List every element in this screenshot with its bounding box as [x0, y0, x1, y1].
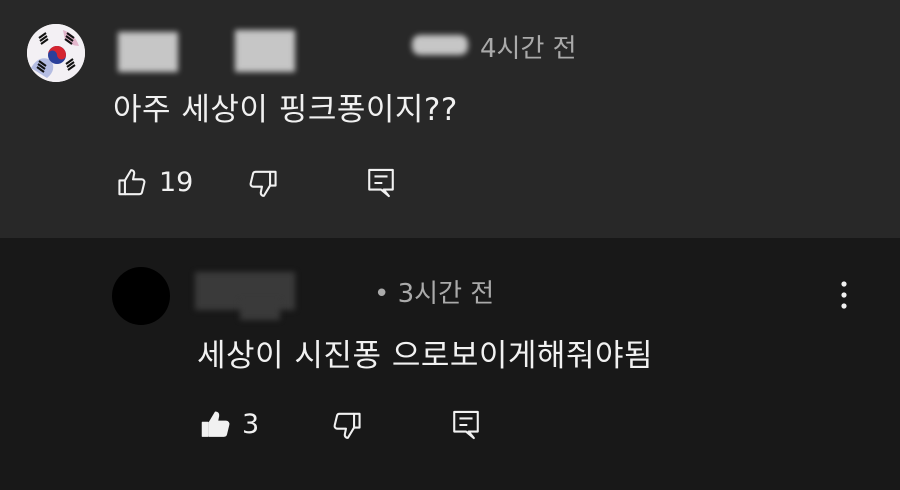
reply-icon: [368, 168, 394, 198]
comment-timestamp[interactable]: 4시간 전: [480, 28, 577, 65]
more-vertical-icon: [841, 281, 847, 309]
korean-flag-avatar-icon: [27, 24, 85, 82]
dislike-button[interactable]: [246, 167, 279, 200]
like-button[interactable]: 19: [116, 166, 193, 199]
reply-button[interactable]: [365, 166, 397, 200]
comment-thread: 4시간 전 아주 세상이 핑크퐁이지?? 19: [0, 0, 900, 238]
like-count: 19: [159, 167, 194, 198]
like-count: 3: [242, 409, 260, 440]
reply-icon: [453, 410, 479, 440]
thumb-up-outline-icon: [118, 169, 146, 196]
more-options-button[interactable]: [834, 280, 854, 310]
thumb-down-outline-icon: [333, 412, 361, 439]
comment-text: 아주 세상이 핑크퐁이지??: [113, 92, 458, 128]
thumb-up-filled-icon: [201, 411, 230, 437]
comment-text: 세상이 시진퐁 으로보이게해줘야됨: [197, 338, 654, 374]
comment-timestamp[interactable]: • 3시간 전: [374, 273, 494, 310]
reply-thread: • 3시간 전 세상이 시진퐁 으로보이게해줘야됨 3: [0, 238, 900, 490]
reply-button[interactable]: [450, 408, 482, 442]
dislike-button[interactable]: [330, 409, 363, 442]
like-button[interactable]: 3: [199, 408, 259, 441]
avatar[interactable]: [112, 267, 170, 325]
avatar[interactable]: [27, 24, 85, 82]
thumb-down-outline-icon: [249, 170, 277, 197]
